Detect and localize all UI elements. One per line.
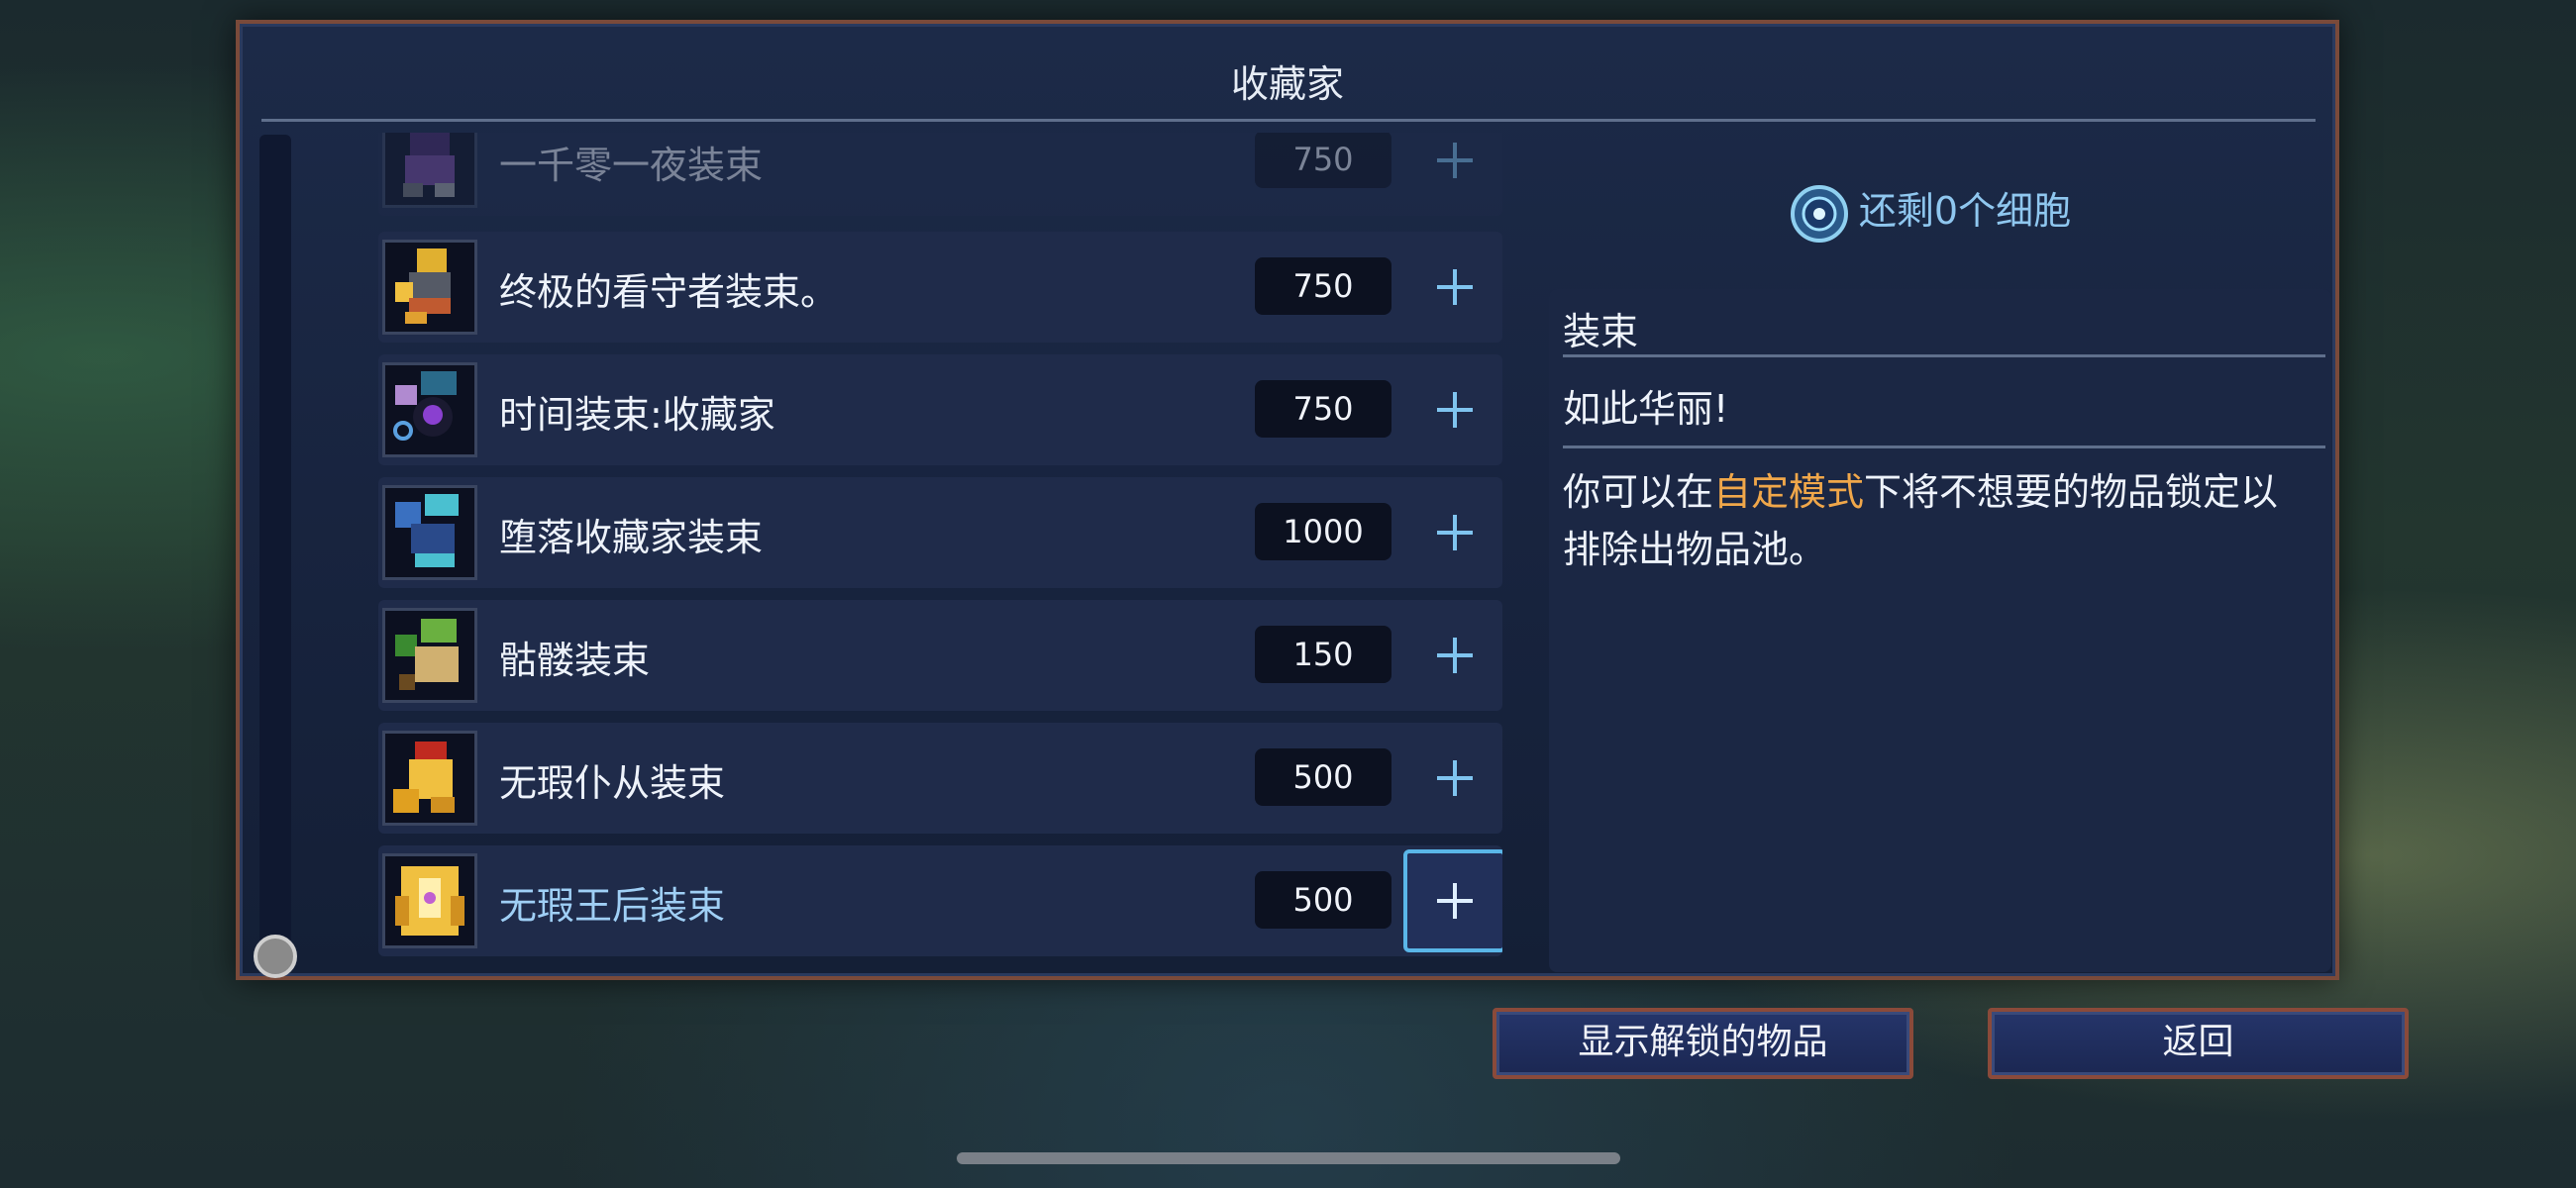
cells-text: 还剩0个细胞 [1858, 189, 2072, 233]
outfit-guardian-icon [382, 240, 477, 335]
item-name: 终极的看守者装束。 [499, 270, 839, 314]
add-button[interactable] [1403, 236, 1502, 339]
title-divider [261, 119, 2316, 122]
list-item[interactable]: 骷髅装束 150 [378, 600, 1502, 711]
plus-icon [1437, 392, 1473, 428]
add-button[interactable] [1403, 849, 1502, 952]
detail-category: 装束 [1563, 310, 1639, 353]
item-name: 时间装束:收藏家 [499, 393, 775, 437]
cell-icon [1790, 184, 1849, 244]
divider [1563, 354, 2325, 357]
detail-panel: 还剩0个细胞 装束 如此华丽! 你可以在自定模式下将不想要的物品锁定以排除出物品… [1539, 162, 2331, 974]
list-item[interactable]: 终极的看守者装束。 750 [378, 232, 1502, 343]
outfit-servant-icon [382, 731, 477, 826]
outfit-time-collector-icon [382, 362, 477, 457]
price-tag: 750 [1255, 380, 1391, 438]
item-name: 一千零一夜装束 [499, 144, 764, 187]
add-button[interactable] [1403, 727, 1502, 830]
price-tag: 1000 [1255, 503, 1391, 560]
outfit-queen-icon [382, 853, 477, 948]
plus-icon [1437, 760, 1473, 796]
show-unlocked-button[interactable]: 显示解锁的物品 [1493, 1008, 1913, 1079]
add-button[interactable] [1403, 481, 1502, 584]
price-tag: 750 [1255, 257, 1391, 315]
cells-counter: 还剩0个细胞 [1539, 180, 2321, 244]
add-button[interactable] [1403, 604, 1502, 707]
collector-panel: 收藏家 一千零一夜装束 750 终极的看守者装束。 750 时间装束:收藏家 7… [236, 20, 2339, 980]
detail-description: 你可以在自定模式下将不想要的物品锁定以排除出物品池。 [1563, 463, 2316, 578]
home-indicator[interactable] [957, 1152, 1620, 1164]
list-item[interactable]: 一千零一夜装束 750 [378, 133, 1502, 216]
list-item[interactable]: 堕落收藏家装束 1000 [378, 477, 1502, 588]
price-tag: 750 [1255, 133, 1391, 188]
price-tag: 500 [1255, 748, 1391, 806]
list-item[interactable]: 时间装束:收藏家 750 [378, 354, 1502, 465]
list-scrollbar[interactable] [259, 135, 291, 966]
scrollbar-thumb[interactable] [254, 935, 297, 978]
list-item-selected[interactable]: 无瑕王后装束 500 [378, 845, 1502, 956]
price-tag: 150 [1255, 626, 1391, 683]
back-button[interactable]: 返回 [1988, 1008, 2409, 1079]
price-tag: 500 [1255, 871, 1391, 929]
item-name: 无瑕王后装束 [499, 884, 726, 928]
item-name: 无瑕仆从装束 [499, 761, 726, 805]
add-button[interactable] [1403, 358, 1502, 461]
custom-mode-highlight: 自定模式 [1713, 470, 1865, 514]
outfit-skeleton-icon [382, 608, 477, 703]
outfit-1001-nights-icon [382, 133, 477, 208]
divider [1563, 446, 2325, 448]
plus-icon [1437, 269, 1473, 305]
detail-flavor-text: 如此华丽! [1563, 387, 1729, 431]
outfit-fallen-collector-icon [382, 485, 477, 580]
plus-icon [1437, 515, 1473, 550]
detail-box: 装束 如此华丽! 你可以在自定模式下将不想要的物品锁定以排除出物品池。 [1549, 289, 2331, 972]
plus-icon [1437, 883, 1473, 919]
plus-icon [1437, 143, 1473, 178]
add-button[interactable] [1403, 133, 1502, 212]
item-list: 一千零一夜装束 750 终极的看守者装束。 750 时间装束:收藏家 750 堕… [378, 133, 1502, 984]
plus-icon [1437, 638, 1473, 673]
list-item[interactable]: 无瑕仆从装束 500 [378, 723, 1502, 834]
item-name: 骷髅装束 [499, 639, 651, 682]
panel-title: 收藏家 [1230, 62, 1344, 106]
desc-text: 你可以在 [1563, 470, 1714, 514]
item-name: 堕落收藏家装束 [499, 516, 764, 559]
